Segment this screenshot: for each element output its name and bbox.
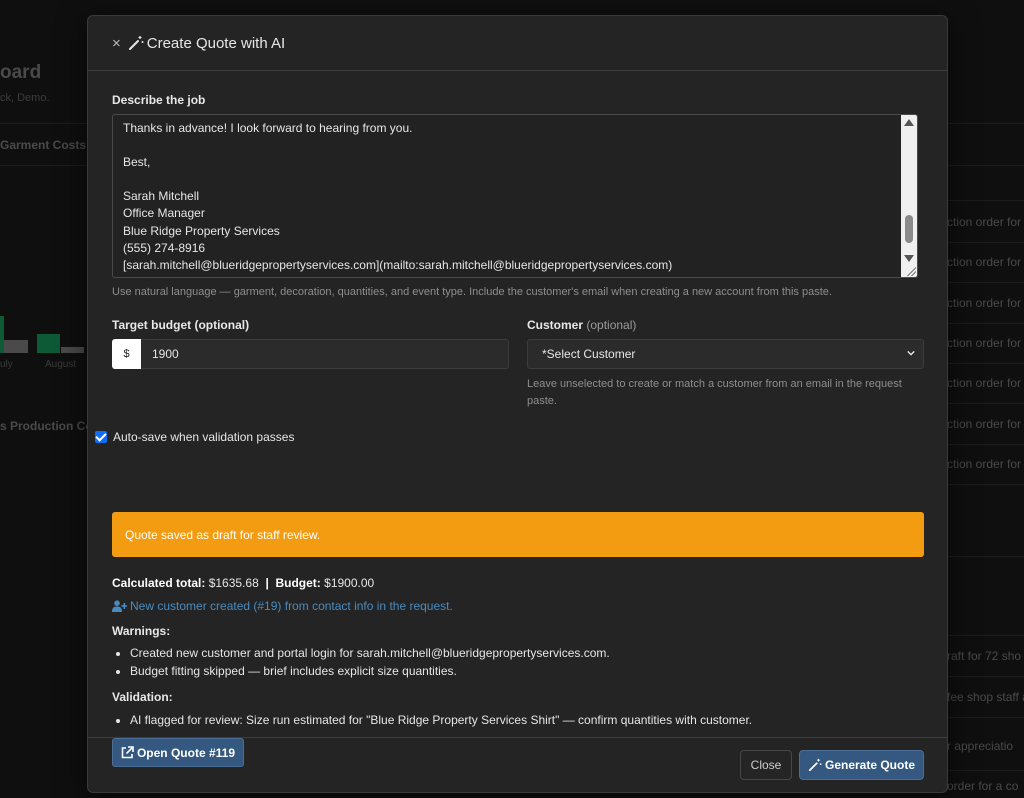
resize-grip-icon[interactable] [906,266,916,276]
new-customer-text: New customer created (#19) from contact … [130,599,453,613]
create-quote-modal: × Create Quote with AI Describe the job … [87,15,948,793]
target-budget-group: $ 1900 [112,339,509,369]
list-item: Created new customer and portal login fo… [130,645,610,663]
calc-total-value: $1635.68 [208,576,259,590]
job-description-label: Describe the job [112,93,206,107]
customer-label: Customer (optional) [527,318,636,332]
calc-total-label: Calculated total: [112,576,206,590]
generate-quote-button[interactable]: Generate Quote [799,750,924,780]
close-button[interactable]: Close [740,750,792,780]
job-description-help: Use natural language — garment, decorati… [112,286,832,298]
job-description-text[interactable]: Thanks in advance! I look forward to hea… [123,120,898,274]
bg-dashboard-title: oard [0,62,42,83]
modal-header: × Create Quote with AI [88,16,947,71]
list-item: Budget fitting skipped — brief includes … [130,663,610,681]
validation-list: AI flagged for review: Size run estimate… [112,712,752,730]
customer-help: Leave unselected to create or match a cu… [527,378,902,407]
autosave-label: Auto-save when validation passes [113,430,295,444]
customer-optional-text: (optional) [586,318,637,332]
bg-card-title-production: s Production Co [0,419,93,433]
bg-chart-bar [61,347,84,353]
textarea-scrollbar[interactable] [901,115,917,277]
scroll-thumb[interactable] [905,215,913,243]
bg-quote-row: order for a co [947,779,1019,793]
customer-select-value: *Select Customer [542,347,636,361]
currency-prefix: $ [112,339,141,369]
warnings-title: Warnings: [112,624,171,638]
new-customer-notice: New customer created (#19) from contact … [112,599,453,613]
list-item: AI flagged for review: Size run estimate… [130,712,752,730]
autosave-checkbox[interactable] [95,431,107,443]
bg-month-label: uly [0,359,13,370]
bg-dashboard-subtitle: ck, Demo. [0,92,50,104]
customer-select[interactable]: *Select Customer [527,339,924,369]
calc-separator: | [265,576,269,590]
bg-order-row: ction order for [947,336,1022,350]
bg-month-label: August [45,359,77,370]
validation-title: Validation: [112,690,173,704]
bg-order-row: ction order for [947,296,1022,310]
magic-wand-icon [808,758,822,772]
budget-result-value: $1900.00 [324,576,375,590]
bg-order-row: ction order for [947,215,1022,229]
magic-wand-icon [128,35,144,51]
bg-order-row: ction order for [947,255,1022,269]
modal-title: Create Quote with AI [146,34,286,52]
calculated-summary: Calculated total: $1635.68 | Budget: $19… [112,576,374,590]
bg-quote-row: r appreciatio [947,739,1014,753]
job-description-textarea[interactable]: Thanks in advance! I look forward to hea… [112,114,918,278]
close-icon[interactable]: × [112,35,121,52]
bg-quote-row: fee shop staff a [947,690,1024,704]
modal-footer: Close Generate Quote [88,737,947,792]
bg-order-row: ction order for [947,417,1022,431]
bg-order-row: ction order for [947,376,1022,390]
warnings-list: Created new customer and portal login fo… [112,645,610,680]
customer-label-text: Customer [527,318,584,332]
bg-card-title-garment-costs: Garment Costs b [0,138,97,152]
target-budget-input[interactable]: 1900 [141,339,509,369]
bg-quote-row: raft for 72 sho [947,649,1022,663]
generate-quote-label: Generate Quote [824,758,916,772]
budget-result-label: Budget: [275,576,321,590]
bg-chart-bar [4,340,28,353]
bg-order-row: ction order for [947,457,1022,471]
status-alert: Quote saved as draft for staff review. [112,512,924,557]
scroll-down-icon[interactable] [904,255,914,262]
autosave-option[interactable]: Auto-save when validation passes [95,430,294,444]
target-budget-label: Target budget (optional) [112,318,250,332]
scroll-up-icon[interactable] [904,119,914,126]
bg-chart-bar [37,334,60,353]
chevron-down-icon [907,350,915,356]
user-plus-icon [112,600,127,612]
